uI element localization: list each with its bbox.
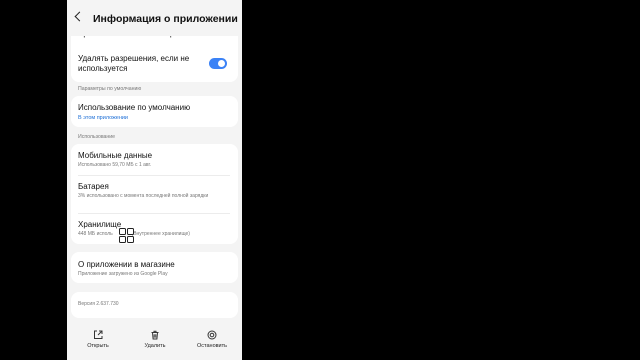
storage-sub-left: 448 МБ исполь — [78, 231, 113, 237]
trash-icon — [151, 330, 159, 340]
mobile-data-sub: Использовано 59,70 МБ с 1 авг. — [78, 162, 152, 168]
storage-item[interactable]: Хранилище 448 МБ исполь (Внутреннее хран… — [78, 220, 230, 238]
remove-permissions-toggle[interactable] — [209, 58, 227, 69]
storage-title: Хранилище — [78, 220, 122, 229]
version-card: Версия 2.637.730 — [71, 292, 238, 318]
bottom-action-bar: Открыть Удалить Остановить — [67, 322, 242, 360]
page-title: Информация о приложении — [93, 13, 238, 25]
storage-sub-right: (Внутреннее хранилище) — [131, 231, 190, 237]
mobile-data-item[interactable]: Мобильные данные Использовано 59,70 МБ с… — [78, 151, 230, 169]
apps-grid-icon[interactable] — [119, 228, 135, 244]
usage-section-header: Использование — [78, 134, 116, 140]
defaults-card: Использование по умолчанию В этом прилож… — [71, 96, 238, 127]
default-usage-item[interactable]: Использование по умолчанию В этом прилож… — [78, 103, 230, 122]
default-usage-title: Использование по умолчанию — [78, 103, 191, 112]
store-title: О приложении в магазине — [78, 260, 175, 269]
battery-item[interactable]: Батарея 3% использовано с момента послед… — [78, 182, 230, 200]
battery-sub: 3% использовано с момента последней полн… — [78, 193, 209, 199]
open-label: Открыть — [87, 343, 109, 349]
remove-permissions-item[interactable]: Удалять разрешения, если не используется — [78, 54, 198, 74]
stop-icon — [207, 330, 217, 340]
top-app-bar: Информация о приложении — [67, 0, 242, 36]
store-item[interactable]: О приложении в магазине Приложение загру… — [78, 260, 230, 278]
divider — [78, 175, 230, 176]
stop-button[interactable]: Остановить — [187, 330, 237, 349]
defaults-section-header: Параметры по умолчанию — [78, 86, 142, 92]
battery-title: Батарея — [78, 182, 109, 191]
default-usage-link[interactable]: В этом приложении — [78, 115, 230, 122]
toggle-knob — [218, 60, 225, 67]
open-external-icon — [94, 330, 103, 339]
remove-permissions-label: Удалять разрешения, если не используется — [78, 54, 190, 73]
delete-label: Удалить — [144, 343, 166, 349]
store-sub: Приложение загружено из Google Play — [78, 271, 168, 277]
stop-label: Остановить — [196, 343, 228, 349]
storage-sub: 448 МБ исполь (Внутреннее хранилище) — [78, 231, 230, 238]
back-arrow-icon[interactable] — [74, 11, 85, 22]
app-info-screen: Время использования экрана Удалять разре… — [67, 0, 242, 360]
store-card: О приложении в магазине Приложение загру… — [71, 252, 238, 283]
delete-button[interactable]: Удалить — [130, 330, 180, 349]
version-label: Версия 2.637.730 — [78, 301, 119, 307]
divider — [78, 213, 230, 214]
usage-card: Мобильные данные Использовано 59,70 МБ с… — [71, 144, 238, 244]
open-button[interactable]: Открыть — [73, 330, 123, 349]
mobile-data-title: Мобильные данные — [78, 151, 153, 160]
